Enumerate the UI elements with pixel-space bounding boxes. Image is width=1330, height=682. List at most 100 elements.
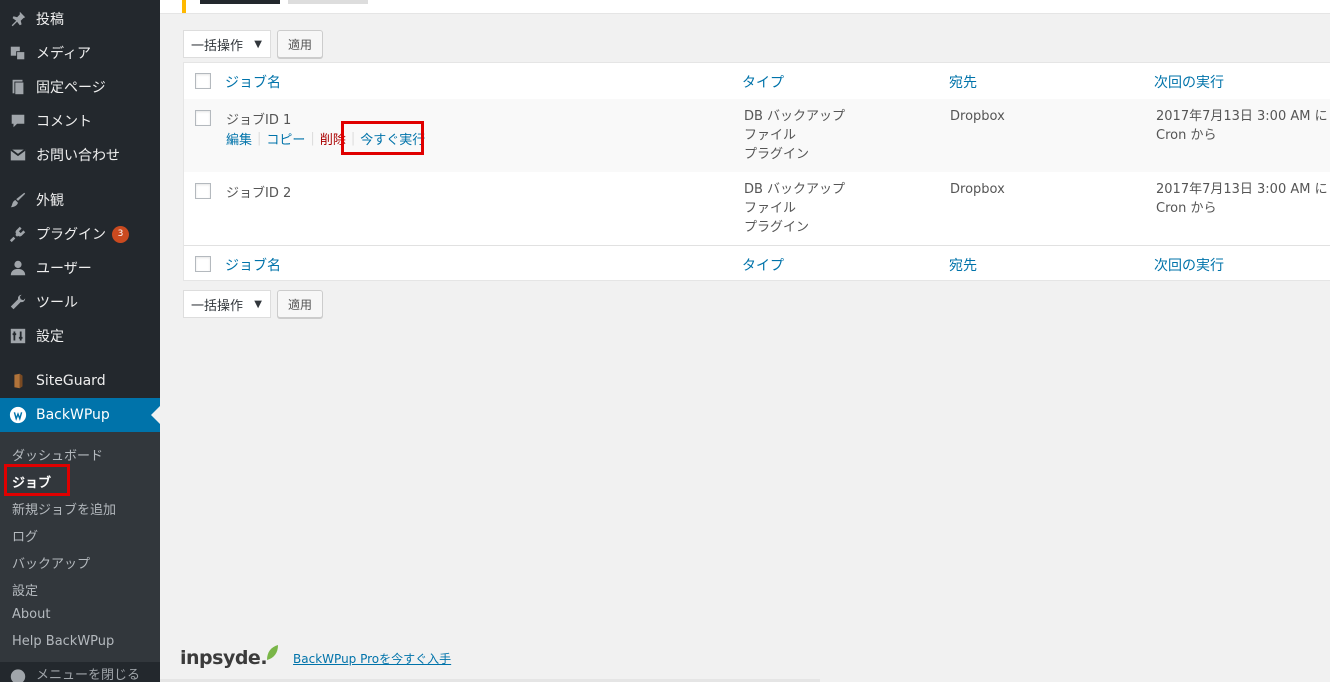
- job-name[interactable]: ジョブID 1: [226, 109, 291, 128]
- settings-icon: [0, 327, 36, 345]
- table-row: ジョブID 2 DB バックアップ ファイル プラグイン Dropbox 201…: [184, 172, 1330, 245]
- separator: |: [257, 131, 262, 146]
- next-run-line: 2017年7月13日 3:00 AM に WP: [1156, 182, 1330, 197]
- table-header: ジョブ名 タイプ 宛先 次回の実行: [184, 63, 1330, 100]
- menu-users[interactable]: ユーザー: [0, 251, 160, 285]
- select-all-checkbox[interactable]: [195, 256, 211, 272]
- notice-accent: [182, 0, 186, 13]
- get-pro-link[interactable]: BackWPup Proを今すぐ入手: [293, 650, 451, 667]
- pin-icon: [0, 10, 36, 28]
- apply-button[interactable]: 適用: [277, 290, 324, 318]
- menu-label: SiteGuard: [36, 373, 106, 389]
- media-icon: [0, 44, 36, 62]
- menu-appearance[interactable]: 外観: [0, 183, 160, 217]
- menu-backwpup[interactable]: BackWPup: [0, 398, 160, 432]
- separator: |: [310, 131, 315, 146]
- bulk-actions-top: 一括操作 ▼ 適用: [183, 30, 324, 58]
- user-icon: [0, 259, 36, 277]
- submenu-help[interactable]: Help BackWPup: [12, 634, 114, 649]
- update-count-badge: 3: [112, 225, 129, 243]
- plugin-icon: [0, 225, 36, 243]
- run-now-link[interactable]: 今すぐ実行: [360, 129, 425, 148]
- top-tab[interactable]: [288, 0, 368, 4]
- menu-label: ユーザー: [36, 261, 92, 277]
- table-footer: ジョブ名 タイプ 宛先 次回の実行: [184, 245, 1330, 282]
- menu-label: コメント: [36, 114, 92, 130]
- admin-sidebar: 投稿 メディア 固定ページ コメント お問い合わせ 外観 プラグイン 3 ユーザ…: [0, 0, 160, 682]
- submenu-backups[interactable]: バックアップ: [12, 553, 90, 572]
- submenu-jobs[interactable]: ジョブ: [12, 472, 51, 491]
- page-icon: [0, 78, 36, 96]
- job-next-run: 2017年7月13日 3:00 AM に WP Cron から: [1156, 180, 1330, 218]
- type-item: DB バックアップ: [744, 109, 846, 124]
- bulk-action-select[interactable]: 一括操作 ▼: [183, 290, 271, 318]
- column-next-run[interactable]: 次回の実行: [1154, 72, 1224, 92]
- column-destination[interactable]: 宛先: [949, 255, 977, 275]
- delete-link[interactable]: 削除: [320, 129, 346, 148]
- column-job-name[interactable]: ジョブ名: [225, 255, 281, 275]
- type-item: プラグイン: [744, 147, 810, 162]
- menu-label: 設定: [36, 329, 64, 345]
- type-item: DB バックアップ: [744, 182, 846, 197]
- menu-media[interactable]: メディア: [0, 36, 160, 70]
- backwpup-icon: [0, 406, 36, 424]
- footer-brand: inpsyde. BackWPup Proを今すぐ入手: [180, 645, 451, 669]
- menu-label: 投稿: [36, 12, 64, 28]
- menu-comments[interactable]: コメント: [0, 104, 160, 138]
- next-run-line: Cron から: [1156, 128, 1217, 143]
- wrench-icon: [0, 293, 36, 311]
- column-destination[interactable]: 宛先: [949, 72, 977, 92]
- type-item: ファイル: [744, 128, 797, 143]
- submenu-settings[interactable]: 設定: [12, 580, 38, 599]
- menu-label: メディア: [36, 46, 92, 62]
- bulk-select-label: 一括操作: [191, 298, 244, 314]
- row-actions: 編集 | コピー | 削除 | 今すぐ実行: [226, 129, 425, 148]
- dropdown-arrow-icon: ▼: [254, 38, 262, 50]
- menu-label: プラグイン: [36, 227, 106, 243]
- column-job-name[interactable]: ジョブ名: [225, 72, 281, 92]
- bulk-actions-bottom: 一括操作 ▼ 適用: [183, 290, 324, 318]
- menu-pages[interactable]: 固定ページ: [0, 70, 160, 104]
- copy-link[interactable]: コピー: [266, 129, 305, 148]
- comment-icon: [0, 112, 36, 130]
- collapse-menu-button[interactable]: メニューを閉じる: [0, 664, 160, 682]
- job-types: DB バックアップ ファイル プラグイン: [744, 180, 845, 237]
- collapse-icon: [0, 664, 36, 682]
- apply-button[interactable]: 適用: [277, 30, 324, 58]
- menu-plugins[interactable]: プラグイン 3: [0, 217, 160, 251]
- type-item: プラグイン: [744, 220, 810, 235]
- column-next-run[interactable]: 次回の実行: [1154, 255, 1224, 275]
- menu-label: 固定ページ: [36, 80, 106, 96]
- select-all-checkbox[interactable]: [195, 73, 211, 89]
- menu-contact[interactable]: お問い合わせ: [0, 138, 160, 172]
- top-notice-strip: [160, 0, 1330, 14]
- submenu-logs[interactable]: ログ: [12, 526, 38, 545]
- row-checkbox[interactable]: [195, 183, 211, 199]
- submenu-add-job[interactable]: 新規ジョブを追加: [12, 499, 116, 518]
- job-next-run: 2017年7月13日 3:00 AM に WP Cron から: [1156, 107, 1330, 145]
- siteguard-icon: [0, 372, 36, 390]
- job-destination: Dropbox: [950, 109, 1005, 124]
- row-checkbox[interactable]: [195, 110, 211, 126]
- menu-settings[interactable]: 設定: [0, 319, 160, 353]
- jobs-table: ジョブ名 タイプ 宛先 次回の実行 ジョブID 1 編集 | コピー | 削除 …: [183, 62, 1330, 281]
- collapse-label: メニューを閉じる: [36, 667, 141, 682]
- table-row: ジョブID 1 編集 | コピー | 削除 | 今すぐ実行 DB バックアップ …: [184, 99, 1330, 172]
- menu-tools[interactable]: ツール: [0, 285, 160, 319]
- column-type[interactable]: タイプ: [742, 255, 784, 275]
- menu-posts[interactable]: 投稿: [0, 2, 160, 36]
- menu-siteguard[interactable]: SiteGuard: [0, 364, 160, 398]
- bulk-action-select[interactable]: 一括操作 ▼: [183, 30, 271, 58]
- submenu-dashboard[interactable]: ダッシュボード: [12, 445, 103, 464]
- backwpup-submenu: ダッシュボード ジョブ 新規ジョブを追加 ログ バックアップ 設定 About …: [0, 432, 160, 662]
- job-destination: Dropbox: [950, 182, 1005, 197]
- job-name[interactable]: ジョブID 2: [226, 182, 291, 201]
- submenu-about[interactable]: About: [12, 607, 50, 622]
- edit-link[interactable]: 編集: [226, 129, 252, 148]
- bulk-select-label: 一括操作: [191, 38, 244, 54]
- type-item: ファイル: [744, 201, 797, 216]
- separator: |: [350, 131, 356, 146]
- column-type[interactable]: タイプ: [742, 72, 784, 92]
- leaf-icon: [267, 645, 279, 660]
- top-tab-active[interactable]: [200, 0, 280, 4]
